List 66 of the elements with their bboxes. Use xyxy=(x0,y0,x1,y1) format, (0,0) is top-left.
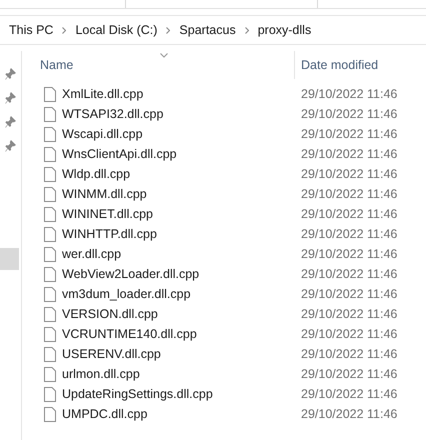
breadcrumb-item[interactable]: This PC xyxy=(9,23,54,37)
file-icon xyxy=(44,386,56,402)
date-modified: 29/10/2022 11:46 xyxy=(300,307,398,321)
date-modified: 29/10/2022 11:46 xyxy=(300,327,398,341)
file-icon xyxy=(44,246,56,262)
file-icon xyxy=(44,306,56,322)
file-name[interactable]: USERENV.dll.cpp xyxy=(62,347,161,361)
pin-icon[interactable] xyxy=(5,92,16,104)
file-name[interactable]: WebView2Loader.dll.cpp xyxy=(62,267,200,281)
breadcrumb-item[interactable]: proxy-dlls xyxy=(258,23,312,37)
file-name[interactable]: Wldp.dll.cpp xyxy=(62,167,130,181)
file-name[interactable]: urlmon.dll.cpp xyxy=(62,367,140,381)
file-icon xyxy=(44,86,56,102)
pin-icon[interactable] xyxy=(5,140,16,152)
file-name[interactable]: WnsClientApi.dll.cpp xyxy=(62,147,177,161)
date-modified: 29/10/2022 11:46 xyxy=(300,87,398,101)
file-name[interactable]: Wscapi.dll.cpp xyxy=(62,127,143,141)
file-name[interactable]: WINHTTP.dll.cpp xyxy=(62,227,157,241)
file-name[interactable]: WINMM.dll.cpp xyxy=(62,187,147,201)
file-icon xyxy=(44,286,56,302)
file-icon xyxy=(44,106,56,122)
file-name[interactable]: VERSION.dll.cpp xyxy=(62,307,158,321)
breadcrumb-item[interactable]: Local Disk (C:) xyxy=(75,23,158,37)
date-modified: 29/10/2022 11:46 xyxy=(300,387,398,401)
file-icon xyxy=(44,226,56,242)
chevron-right-icon xyxy=(166,26,170,34)
file-name[interactable]: VCRUNTIME140.dll.cpp xyxy=(62,327,197,341)
file-icon xyxy=(44,206,56,222)
date-modified: 29/10/2022 11:46 xyxy=(300,247,398,261)
date-modified: 29/10/2022 11:46 xyxy=(300,367,398,381)
file-name[interactable]: vm3dum_loader.dll.cpp xyxy=(62,287,191,301)
date-modified: 29/10/2022 11:46 xyxy=(300,207,398,221)
sort-caret-icon xyxy=(160,53,168,58)
file-name[interactable]: UpdateRingSettings.dll.cpp xyxy=(62,387,213,401)
file-icon xyxy=(44,146,56,162)
date-modified: 29/10/2022 11:46 xyxy=(300,167,398,181)
file-name[interactable]: WTSAPI32.dll.cpp xyxy=(62,107,164,121)
file-name[interactable]: UMPDC.dll.cpp xyxy=(62,407,148,421)
file-icon xyxy=(44,186,56,202)
file-name[interactable]: WININET.dll.cpp xyxy=(62,207,153,221)
file-icon xyxy=(44,166,56,182)
file-icon xyxy=(44,366,56,382)
file-name[interactable]: wer.dll.cpp xyxy=(62,247,122,261)
date-modified: 29/10/2022 11:46 xyxy=(300,347,398,361)
date-modified: 29/10/2022 11:46 xyxy=(300,147,398,161)
file-icon xyxy=(44,346,56,362)
file-icon xyxy=(44,406,56,422)
pin-icon[interactable] xyxy=(5,116,16,128)
date-modified: 29/10/2022 11:46 xyxy=(300,227,398,241)
pin-icon[interactable] xyxy=(5,68,16,80)
file-name[interactable]: XmlLite.dll.cpp xyxy=(62,87,144,101)
date-modified: 29/10/2022 11:46 xyxy=(300,407,398,421)
date-modified: 29/10/2022 11:46 xyxy=(300,187,398,201)
date-modified: 29/10/2022 11:46 xyxy=(300,127,398,141)
date-modified: 29/10/2022 11:46 xyxy=(300,287,398,301)
address-bar[interactable]: This PC Local Disk (C:) Spartacus proxy-dlls xyxy=(0,15,426,45)
breadcrumb-item[interactable]: Spartacus xyxy=(179,23,236,37)
column-header[interactable]: Name xyxy=(40,58,74,72)
chevron-right-icon xyxy=(62,26,66,34)
file-icon xyxy=(44,326,56,342)
file-icon xyxy=(44,266,56,282)
file-icon xyxy=(44,126,56,142)
date-modified: 29/10/2022 11:46 xyxy=(300,267,398,281)
date-modified: 29/10/2022 11:46 xyxy=(300,107,398,121)
column-header[interactable]: Date modified xyxy=(301,58,378,72)
chevron-right-icon xyxy=(244,26,249,34)
